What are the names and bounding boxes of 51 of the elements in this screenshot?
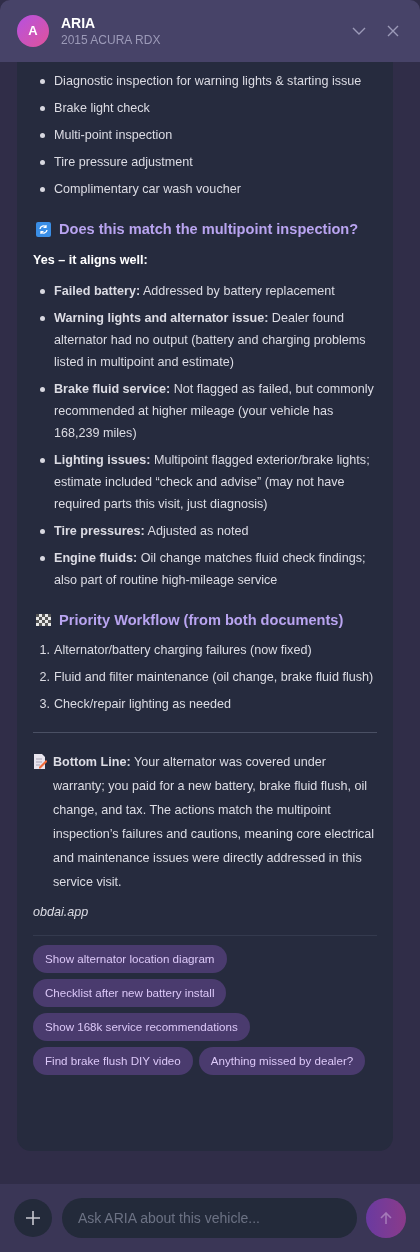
- memo-icon: [33, 754, 47, 769]
- bullet-icon: [40, 387, 45, 392]
- suggestion-chip[interactable]: Show 168k service recommendations: [33, 1013, 250, 1041]
- suggestion-chip[interactable]: Show alternator location diagram: [33, 945, 227, 973]
- suggestion-chip[interactable]: Anything missed by dealer?: [198, 1047, 366, 1075]
- list-item: Tire pressure adjustment: [54, 154, 193, 171]
- send-button[interactable]: [366, 1198, 406, 1238]
- vehicle-name: 2015 ACURA RDX: [61, 32, 161, 48]
- item-number: 3.: [38, 696, 51, 713]
- add-button[interactable]: [14, 1199, 52, 1237]
- bullet-icon: [40, 133, 45, 138]
- section-heading: Does this match the multipoint inspection?: [59, 220, 359, 239]
- list-item: Complimentary car wash voucher: [54, 181, 241, 198]
- list-item: Alternator/battery charging failures (now fixed): [54, 642, 312, 659]
- source-label: obdai.app: [33, 904, 90, 921]
- section-heading: Priority Workflow (from both documents): [59, 611, 344, 630]
- bullet-icon: [40, 556, 45, 561]
- plus-icon: [24, 1210, 41, 1226]
- chevron-down-icon: [352, 26, 366, 36]
- list-item: Brake fluid service: Not flagged as failed, but commonly recommended at higher mileage (your vehicle has 168,239 miles): [54, 381, 375, 442]
- refresh-icon: [36, 221, 51, 237]
- list-item: Tire pressures: Adjusted as noted: [54, 523, 249, 540]
- checkered-flag-icon: [36, 614, 51, 626]
- list-item: Diagnostic inspection for warning lights & starting issue: [54, 73, 362, 90]
- list-item: Multi-point inspection: [54, 127, 173, 144]
- bullet-icon: [40, 160, 45, 165]
- answer-lead: Yes – it aligns well:: [33, 252, 149, 269]
- avatar: A: [17, 15, 49, 47]
- item-number: 1.: [38, 642, 51, 659]
- bullet-icon: [40, 187, 45, 192]
- bullet-icon: [40, 289, 45, 294]
- bullet-icon: [40, 79, 45, 84]
- assistant-name: ARIA: [61, 14, 97, 32]
- bottom-line-paragraph: Bottom Line: Your alternator was covered under warranty; you paid for a new battery, brake fluid flush, oil change, and tax. The actions match the multipoint inspection’s failures and cautions, meaning core electrical and maintenance issues were directly addressed in this service visit.: [53, 754, 376, 891]
- list-item: Brake light check: [54, 100, 150, 117]
- bullet-icon: [40, 529, 45, 534]
- message-input[interactable]: Ask ARIA about this vehicle...: [61, 1198, 358, 1238]
- suggestion-chip[interactable]: Checklist after new battery install: [33, 979, 227, 1007]
- close-icon: [387, 25, 399, 37]
- suggestion-chip[interactable]: Find brake flush DIY video: [33, 1047, 193, 1075]
- list-item: Engine fluids: Oil change matches fluid check findings; also part of routine high-mileage service: [54, 550, 367, 589]
- list-item: Warning lights and alternator issue: Dealer found alternator had no output (battery and charging problems listed in multipoint and estimate): [54, 310, 367, 371]
- item-number: 2.: [38, 669, 51, 686]
- list-item: Fluid and filter maintenance (oil change, brake fluid flush): [54, 669, 374, 686]
- list-item: Lighting issues: Multipoint flagged exterior/brake lights; estimate included “check and advise” (may not have required parts this visit, just diagnosis): [54, 452, 371, 513]
- arrow-up-icon: [380, 1211, 393, 1225]
- bullet-icon: [40, 458, 45, 463]
- bullet-icon: [40, 106, 45, 111]
- list-item: Failed battery: Addressed by battery replacement: [54, 283, 335, 300]
- bullet-icon: [40, 316, 45, 321]
- list-item: Check/repair lighting as needed: [54, 696, 232, 713]
